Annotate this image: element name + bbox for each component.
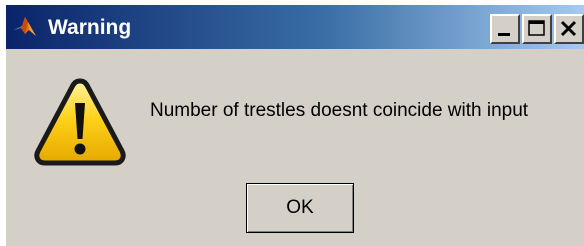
maximize-button[interactable]: [522, 14, 552, 44]
minimize-icon: [498, 33, 510, 36]
window-controls: [488, 14, 584, 44]
warning-dialog-window: Warning Number of trestles doesnt coinci…: [4, 3, 584, 246]
close-button[interactable]: [554, 14, 584, 44]
maximize-icon: [528, 20, 545, 36]
title-bar[interactable]: Warning: [6, 5, 584, 49]
minimize-button[interactable]: [490, 14, 520, 44]
ok-button[interactable]: OK: [246, 183, 354, 233]
ok-button-label: OK: [286, 197, 314, 218]
window-title: Warning: [48, 16, 132, 39]
warning-triangle-icon: [34, 77, 126, 167]
warning-message: Number of trestles doesnt coincide with …: [150, 100, 529, 121]
close-icon: [560, 20, 577, 37]
matlab-logo-icon[interactable]: [12, 14, 38, 40]
